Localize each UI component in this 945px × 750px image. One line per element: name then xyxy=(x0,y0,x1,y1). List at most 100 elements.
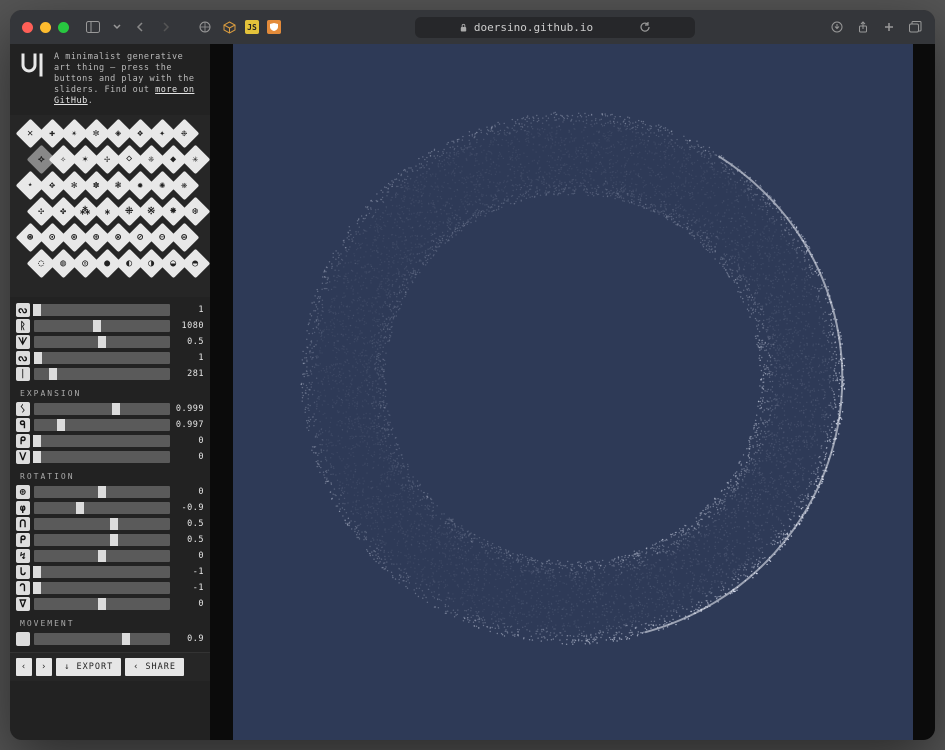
extension-js-icon[interactable]: JS xyxy=(245,20,259,34)
section-title: EXPANSION xyxy=(16,383,204,400)
slider-track[interactable] xyxy=(34,502,170,514)
slider-icon: ᔓ xyxy=(16,351,30,365)
slider-track[interactable] xyxy=(34,352,170,364)
refresh-icon[interactable] xyxy=(639,21,651,33)
slider-value: 0.5 xyxy=(174,337,204,347)
minimize-window-button[interactable] xyxy=(40,22,51,33)
slider-thumb[interactable] xyxy=(98,486,106,498)
slider-icon: φ xyxy=(16,501,30,515)
slider-value: 281 xyxy=(174,369,204,379)
slider-row: ᗐ 0.5 xyxy=(16,335,204,349)
address-bar[interactable]: doersino.github.io xyxy=(415,17,695,38)
export-button[interactable]: ↓ EXPORT xyxy=(56,658,121,676)
slider-thumb[interactable] xyxy=(110,534,118,546)
forward-button[interactable] xyxy=(157,19,173,35)
slider-track[interactable] xyxy=(34,419,170,431)
slider-track[interactable] xyxy=(34,336,170,348)
slider-row: ᒐ -1 xyxy=(16,565,204,579)
close-window-button[interactable] xyxy=(22,22,33,33)
slider-track[interactable] xyxy=(34,403,170,415)
slider-thumb[interactable] xyxy=(33,582,41,594)
tabs-icon[interactable] xyxy=(907,19,923,35)
lock-icon xyxy=(459,23,468,32)
canvas-area xyxy=(210,44,935,740)
slider-row: ᚱ1080 xyxy=(16,319,204,333)
slider-icon: ᒉ xyxy=(16,581,30,595)
extension-cube-icon[interactable] xyxy=(221,19,237,35)
section-title: MOVEMENT xyxy=(16,613,204,630)
slider-row: ᑭ0 xyxy=(16,434,204,448)
new-tab-icon[interactable] xyxy=(881,19,897,35)
art-canvas[interactable] xyxy=(233,44,913,740)
preset-tile[interactable]: ❆ xyxy=(181,197,210,227)
slider-track[interactable] xyxy=(34,486,170,498)
sidebar-toggle-icon[interactable] xyxy=(85,19,101,35)
slider-thumb[interactable] xyxy=(57,419,65,431)
slider-icon: ᒐ xyxy=(16,565,30,579)
browser-window: JS doersino.github.io xyxy=(10,10,935,740)
slider-track[interactable] xyxy=(34,598,170,610)
slider-track[interactable] xyxy=(34,582,170,594)
slider-value: -1 xyxy=(174,567,204,577)
slider-thumb[interactable] xyxy=(34,352,42,364)
intro-text: A minimalist generative art thing — pres… xyxy=(54,52,200,107)
preset-tile[interactable]: ◓ xyxy=(181,249,210,279)
zoom-window-button[interactable] xyxy=(58,22,69,33)
slider-thumb[interactable] xyxy=(93,320,101,332)
share-icon[interactable] xyxy=(855,19,871,35)
share-button[interactable]: ‹ SHARE xyxy=(125,658,184,676)
slider-thumb[interactable] xyxy=(33,451,41,463)
preset-tile[interactable]: ✳ xyxy=(181,145,210,175)
undo-button[interactable]: ‹ xyxy=(16,658,32,676)
slider-row: ᒉ-1 xyxy=(16,581,204,595)
slider-row: 0.9 xyxy=(16,632,204,646)
slider-value: -0.9 xyxy=(174,503,204,513)
slider-thumb[interactable] xyxy=(98,336,106,348)
shield-icon[interactable] xyxy=(197,19,213,35)
slider-track[interactable] xyxy=(34,451,170,463)
slider-thumb[interactable] xyxy=(110,518,118,530)
slider-track[interactable] xyxy=(34,435,170,447)
slider-track[interactable] xyxy=(34,633,170,645)
slider-icon: ᑎ xyxy=(16,517,30,531)
slider-track[interactable] xyxy=(34,550,170,562)
preset-grid: ✕✚✴✼◈❖✦❉⟡✧✶✢⋄❈◆✳⋆✥✻✽❃✹✺❋✣✤⁂⁎⁜※⁕❆⊛⊙⊚⊕⊗⊘⊖⊜… xyxy=(16,121,204,291)
slider-value: 0.5 xyxy=(174,519,204,529)
slider-icon: ᔓ xyxy=(16,303,30,317)
slider-row: ᑫ0.997 xyxy=(16,418,204,432)
slider-track[interactable] xyxy=(34,518,170,530)
slider-row: ᔓ1 xyxy=(16,303,204,317)
slider-value: 0 xyxy=(174,551,204,561)
slider-track[interactable] xyxy=(34,534,170,546)
slider-thumb[interactable] xyxy=(33,435,41,447)
slider-row: ⊕0 xyxy=(16,485,204,499)
slider-thumb[interactable] xyxy=(122,633,130,645)
slider-row: ᐁ0 xyxy=(16,597,204,611)
slider-row: ᛁ281 xyxy=(16,367,204,381)
slider-icon: ᑭ xyxy=(16,533,30,547)
slider-track[interactable] xyxy=(34,368,170,380)
slider-value: 0.997 xyxy=(174,420,204,430)
slider-track[interactable] xyxy=(34,304,170,316)
slider-icon: ᗐ xyxy=(16,335,30,349)
slider-thumb[interactable] xyxy=(98,598,106,610)
slider-row: ᛊ0.999 xyxy=(16,402,204,416)
slider-thumb[interactable] xyxy=(33,566,41,578)
slider-thumb[interactable] xyxy=(112,403,120,415)
redo-button[interactable]: › xyxy=(36,658,52,676)
download-icon[interactable] xyxy=(829,19,845,35)
slider-thumb[interactable] xyxy=(33,304,41,316)
slider-thumb[interactable] xyxy=(76,502,84,514)
slider-thumb[interactable] xyxy=(49,368,57,380)
extension-shield-icon[interactable] xyxy=(267,20,281,34)
slider-icon: ᐯ xyxy=(16,450,30,464)
generative-ring xyxy=(233,44,913,740)
app-logo xyxy=(20,52,46,78)
slider-track[interactable] xyxy=(34,320,170,332)
slider-thumb[interactable] xyxy=(98,550,106,562)
back-button[interactable] xyxy=(133,19,149,35)
slider-value: 0 xyxy=(174,452,204,462)
chevron-down-icon[interactable] xyxy=(109,19,125,35)
slider-value: 0.5 xyxy=(174,535,204,545)
slider-track[interactable] xyxy=(34,566,170,578)
